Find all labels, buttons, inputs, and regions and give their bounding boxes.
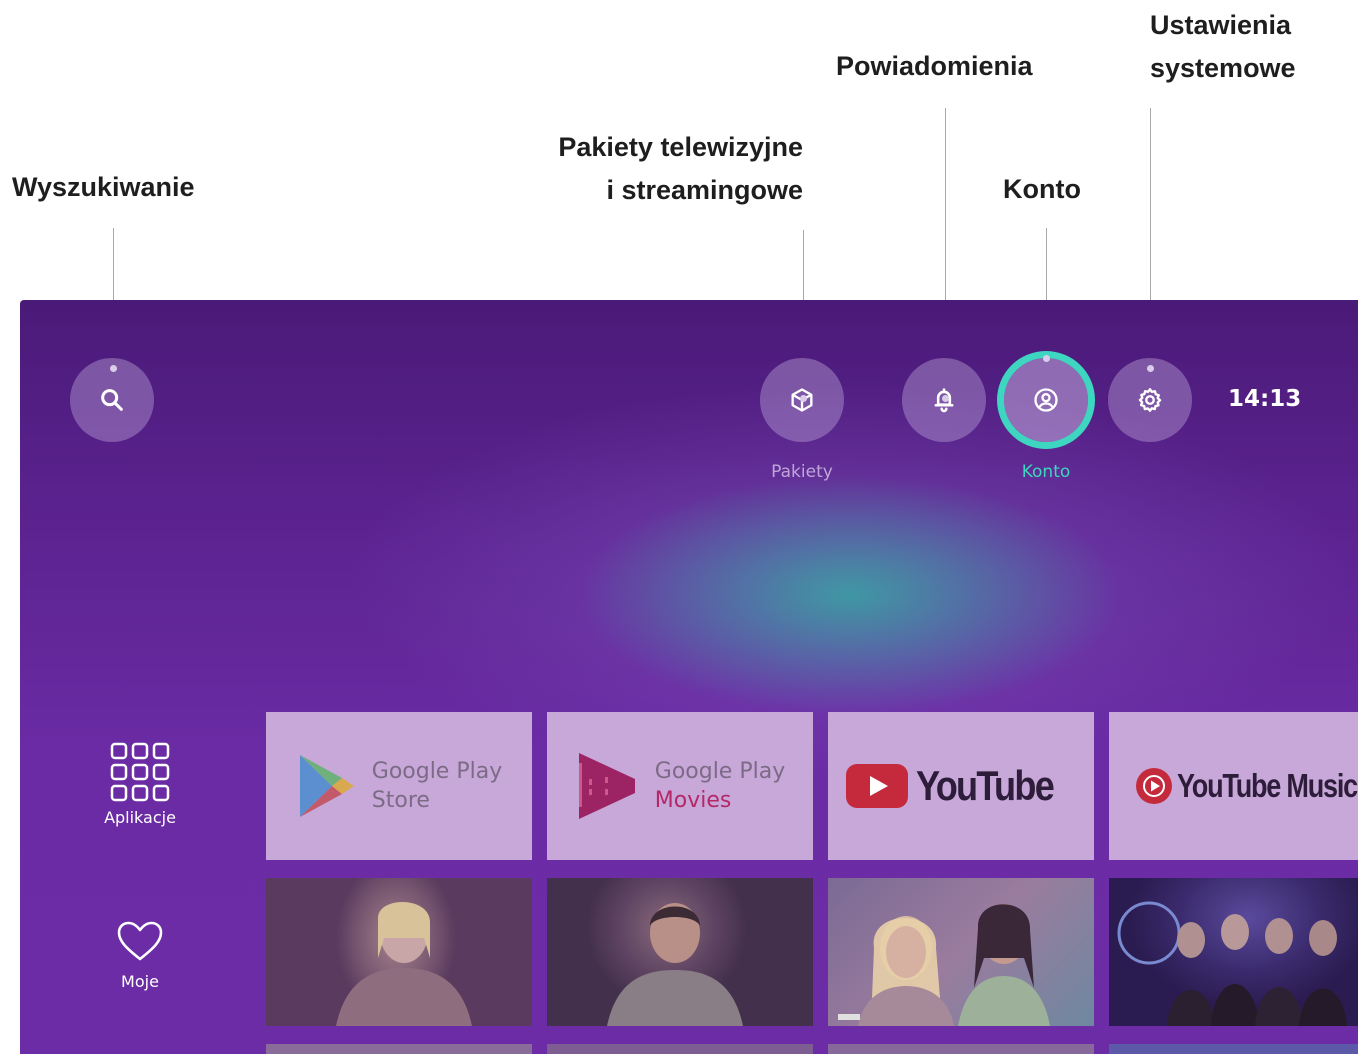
- person-figure: [607, 903, 743, 1026]
- play-store-line1: Google Play: [371, 759, 503, 784]
- search-icon: [101, 389, 123, 411]
- callout-dot-search: [110, 365, 117, 372]
- callout-settings-line2: systemowe: [1150, 53, 1296, 83]
- play-movies-line1: Google Play: [654, 759, 786, 784]
- group-figure: [1117, 901, 1347, 1026]
- person-figure: [336, 901, 472, 1026]
- row-3-tile-1[interactable]: [266, 1044, 532, 1054]
- play-movies-line2: Movies: [654, 788, 732, 813]
- tv-screen: Pakiety Konto 14:13 Aplikacje Moje Googl…: [20, 300, 1358, 1054]
- gear-icon: [1138, 388, 1162, 412]
- app-tile-youtube-music[interactable]: YouTube Music: [1109, 712, 1358, 860]
- app-tile-play-movies[interactable]: Google Play Movies: [547, 712, 813, 860]
- callout-packages-line2: i streamingowe: [606, 175, 803, 205]
- packages-caption: Pakiety: [771, 462, 833, 482]
- row-3-tile-2[interactable]: [547, 1044, 813, 1054]
- user-circle-icon: [1034, 388, 1058, 412]
- play-movies-icon: [578, 753, 635, 819]
- play-store-line2: Store: [371, 788, 430, 813]
- callout-notifications: Powiadomienia: [836, 51, 1033, 81]
- app-label-play-movies: Google Play Movies: [655, 757, 785, 815]
- row-3-tile-3[interactable]: [828, 1044, 1094, 1054]
- app-label-play-store: Google Play Store: [372, 757, 502, 815]
- callout-dot-notifications: [942, 395, 949, 402]
- app-tile-play-store[interactable]: Google Play Store: [266, 712, 532, 860]
- sidebar-item-label: Moje: [121, 972, 159, 991]
- thumbnail-2[interactable]: [547, 878, 813, 1026]
- callout-settings-line1: Ustawienia: [1150, 10, 1292, 40]
- callout-dot-account: [1043, 355, 1050, 362]
- sidebar-item-apps[interactable]: Aplikacje: [85, 742, 195, 827]
- thumbnail-4[interactable]: [1109, 878, 1358, 1026]
- thumbnail-1[interactable]: [266, 878, 532, 1026]
- account-button[interactable]: [1004, 358, 1088, 442]
- youtube-icon: [846, 764, 909, 808]
- callout-settings: Ustawienia systemowe: [1150, 4, 1296, 90]
- sidebar-item-favorites[interactable]: Moje: [85, 920, 195, 991]
- callout-search: Wyszukiwanie: [12, 172, 195, 202]
- youtube-music-icon: [1136, 768, 1172, 804]
- row-3-tile-4[interactable]: [1109, 1044, 1358, 1054]
- youtube-music-label: YouTube Music: [1177, 767, 1358, 804]
- heart-icon: [117, 921, 163, 961]
- callout-dot-settings: [1147, 365, 1154, 372]
- two-people-figure: [838, 904, 1050, 1026]
- sidebar-item-label: Aplikacje: [104, 808, 176, 827]
- app-tile-youtube[interactable]: YouTube: [828, 712, 1094, 860]
- clock: 14:13: [1228, 386, 1302, 412]
- callout-account: Konto: [1003, 174, 1081, 204]
- callout-dot-packages: [800, 395, 807, 402]
- grid-icon: [110, 742, 170, 802]
- play-store-icon: [299, 755, 354, 817]
- callout-packages: Pakiety telewizyjne i streamingowe: [520, 126, 803, 212]
- callout-packages-line1: Pakiety telewizyjne: [558, 132, 803, 162]
- youtube-label: YouTube: [916, 762, 1055, 809]
- account-caption: Konto: [1021, 462, 1071, 482]
- infographic: Wyszukiwanie Pakiety telewizyjne i strea…: [0, 0, 1358, 1054]
- thumbnail-3[interactable]: [828, 878, 1094, 1026]
